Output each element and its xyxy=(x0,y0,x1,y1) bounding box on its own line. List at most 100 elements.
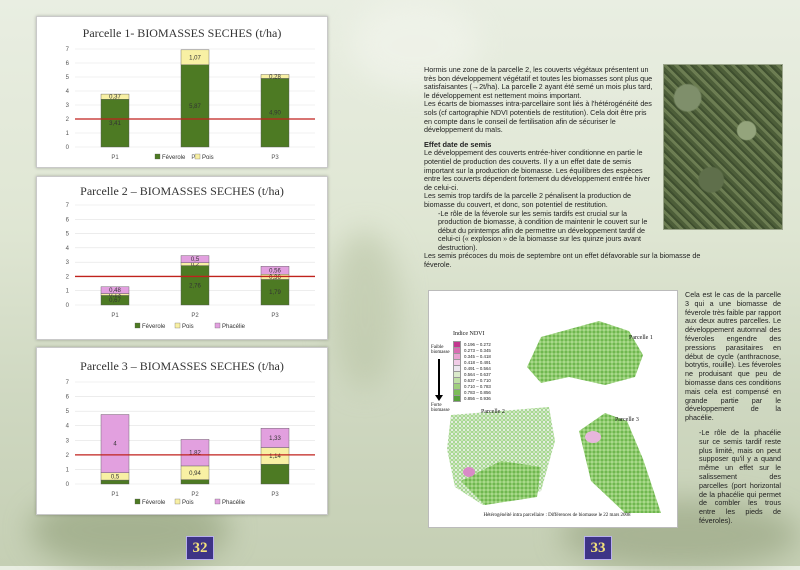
legend-swatch xyxy=(174,322,181,329)
legend-swatch xyxy=(154,153,161,160)
main-text: Hormis une zone de la parcelle 2, les co… xyxy=(424,65,700,270)
y-tick-label: 5 xyxy=(66,232,70,238)
chart-parcelle-2: Parcelle 2 – BIOMASSES SECHES (t/ha) 0 1 2… xyxy=(36,176,328,340)
y-tick-label: 0 xyxy=(66,482,70,488)
y-tick-label: 7 xyxy=(66,47,70,53)
y-tick-label: 3 xyxy=(66,260,70,266)
paragraph: Les semis précoces du mois de septembre … xyxy=(424,251,701,270)
page-number-left: 32 xyxy=(186,536,214,560)
y-tick-label: 4 xyxy=(66,424,70,430)
legend-label: Féverole xyxy=(162,155,186,161)
chart-parcelle-3: Parcelle 3 – BIOMASSES SECHES (t/ha) 0 1 2… xyxy=(36,347,328,515)
legend-label: Phacélie xyxy=(222,500,246,506)
bar-segment-féverole xyxy=(100,479,130,485)
legend-label: Phacélie xyxy=(222,324,246,330)
bar-segment-féverole xyxy=(260,463,290,485)
side-column: Cela est le cas de la parcelle 3 qui a u… xyxy=(685,290,781,532)
data-label: 0,5 xyxy=(191,257,200,263)
paragraph: Les semis trop tardifs de la parcelle 2 … xyxy=(424,191,631,209)
x-category-label: P3 xyxy=(271,313,279,319)
y-tick-label: 6 xyxy=(66,395,70,401)
y-tick-label: 1 xyxy=(66,289,70,295)
low-ndvi-spot xyxy=(585,431,601,443)
low-ndvi-spot xyxy=(463,467,475,477)
data-label: 0,36 xyxy=(269,275,281,281)
data-label: 0,5 xyxy=(111,474,120,480)
data-label: 5,87 xyxy=(189,104,201,110)
paragraph: Cela est le cas de la parcelle 3 qui a u… xyxy=(685,290,781,423)
y-tick-label: 7 xyxy=(66,203,70,209)
data-label: 1,07 xyxy=(189,55,201,61)
y-tick-label: 0 xyxy=(66,145,70,151)
x-category-label: P3 xyxy=(271,492,279,498)
chart-2-svg: Parcelle 2 – BIOMASSES SECHES (t/ha) 0 1 2… xyxy=(66,184,315,330)
parcel-3-shape xyxy=(579,413,661,513)
x-category-label: P1 xyxy=(111,155,119,161)
y-tick-label: 0 xyxy=(66,303,70,309)
data-label: 0,48 xyxy=(109,288,121,294)
parcel-1-label: Parcelle 1 xyxy=(629,335,653,341)
data-label: 0,37 xyxy=(109,95,121,101)
y-tick-label: 1 xyxy=(66,131,70,137)
legend-swatch xyxy=(174,498,181,505)
bar-segment-féverole xyxy=(180,479,210,485)
legend-swatch xyxy=(134,498,141,505)
chart-1-svg: Parcelle 1- BIOMASSES SECHES (t/ha) 0 1 2 3… xyxy=(66,26,315,161)
chart-title: Parcelle 3 – BIOMASSES SECHES (t/ha) xyxy=(80,359,284,373)
data-label: 0,56 xyxy=(269,268,281,274)
y-tick-label: 4 xyxy=(66,89,70,95)
y-tick-label: 2 xyxy=(66,117,70,123)
y-tick-label: 6 xyxy=(66,61,70,67)
legend-swatch xyxy=(194,153,201,160)
y-tick-label: 5 xyxy=(66,75,70,81)
legend-swatch xyxy=(134,322,141,329)
x-category-label: P1 xyxy=(111,492,119,498)
data-label: 3,41 xyxy=(109,121,121,127)
data-label: 4,90 xyxy=(269,111,281,117)
data-label: 0,94 xyxy=(189,471,201,477)
paragraph: -Le rôle de la phacélie sur ce semis tar… xyxy=(699,427,781,525)
chart-3-svg: Parcelle 3 – BIOMASSES SECHES (t/ha) 0 1 2… xyxy=(66,359,315,506)
data-label: 0,28 xyxy=(269,74,281,80)
paragraph: Le développement des couverts entrée-hiv… xyxy=(424,148,651,192)
parcel-2-label: Parcelle 2 xyxy=(481,409,505,415)
paragraph: Les écarts de biomasses intra-parcellair… xyxy=(424,99,652,135)
y-tick-label: 6 xyxy=(66,217,70,223)
chart-parcelle-1: Parcelle 1- BIOMASSES SECHES (t/ha) 0 1 2 3… xyxy=(36,16,328,168)
y-tick-label: 2 xyxy=(66,453,70,459)
legend-label: Pois xyxy=(202,155,214,161)
paragraph: -Le rôle de la féverole sur les semis ta… xyxy=(438,208,648,252)
legend-label: Pois xyxy=(182,324,194,330)
x-category-label: P2 xyxy=(191,492,199,498)
map-caption: Hétérogénéité intra parcellaire : Différ… xyxy=(483,513,631,518)
legend-swatch xyxy=(214,322,221,329)
x-category-label: P2 xyxy=(191,313,199,319)
y-tick-label: 2 xyxy=(66,274,70,280)
legend-label: Féverole xyxy=(142,324,166,330)
page-number-right: 33 xyxy=(584,536,612,560)
data-label: 1,82 xyxy=(189,451,201,457)
chart-title: Parcelle 1- BIOMASSES SECHES (t/ha) xyxy=(83,26,282,40)
data-label: 2,76 xyxy=(189,283,201,289)
ndvi-map: Indice NDVI Faible biomasse Forte biomas… xyxy=(428,290,678,528)
parcel-shapes xyxy=(447,321,661,513)
y-tick-label: 3 xyxy=(66,103,70,109)
legend-label: Féverole xyxy=(142,500,166,506)
x-category-label: P1 xyxy=(111,313,119,319)
parcel-3-label: Parcelle 3 xyxy=(615,417,639,423)
y-tick-label: 4 xyxy=(66,246,70,252)
legend-swatch xyxy=(214,498,221,505)
data-label: 1,33 xyxy=(269,436,281,442)
y-tick-label: 1 xyxy=(66,467,70,473)
field-photo xyxy=(663,64,783,230)
y-tick-label: 3 xyxy=(66,438,70,444)
paragraph: Hormis une zone de la parcelle 2, les co… xyxy=(424,65,653,100)
data-label: 0,67 xyxy=(109,298,121,304)
x-category-label: P3 xyxy=(271,155,279,161)
chart-title: Parcelle 2 – BIOMASSES SECHES (t/ha) xyxy=(80,184,284,198)
y-tick-label: 5 xyxy=(66,409,70,415)
data-label: 1,79 xyxy=(269,290,281,296)
parcel-1-shape xyxy=(527,321,643,385)
y-tick-label: 7 xyxy=(66,380,70,386)
legend-label: Pois xyxy=(182,500,194,506)
